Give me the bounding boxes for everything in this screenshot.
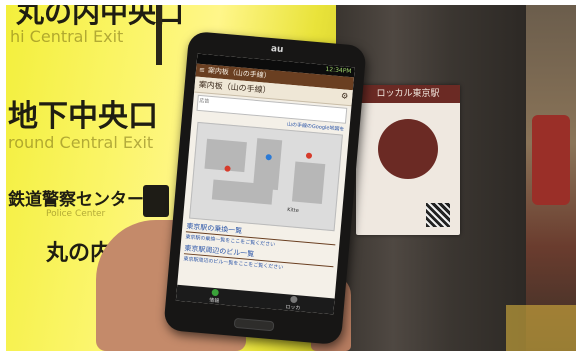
- map-block: [211, 179, 274, 205]
- phone-screen: 12:34PM ≡ 案内板（山の手線） 案内板（山の手線） ⚙ 広告 山の手線の…: [175, 53, 355, 315]
- map-label: Kitte: [286, 207, 300, 215]
- qr-code-icon: [426, 203, 450, 227]
- sign-line-3-en: Police Center: [46, 209, 106, 219]
- floor-light: [506, 305, 576, 351]
- photo-frame: 丸の内中央口 hi Central Exit 地下中央口 round Centr…: [6, 5, 576, 351]
- sign-line-1-en: hi Central Exit: [10, 27, 124, 46]
- sign-line-3-jp: 鉄道警察センター: [8, 190, 144, 210]
- nav-item-label: 情報: [208, 297, 220, 304]
- home-button[interactable]: [233, 317, 275, 332]
- station-map[interactable]: Kitte: [189, 121, 343, 232]
- sign-line-2-jp: 地下中央口: [8, 99, 158, 134]
- locker-poster: ロッカル東京駅: [356, 85, 460, 235]
- sign-line-2-en: round Central Exit: [8, 133, 154, 152]
- map-pin-icon[interactable]: [305, 152, 313, 159]
- info-icon: [211, 288, 219, 296]
- smartphone: au 12:34PM ≡ 案内板（山の手線） 案内板（山の手線） ⚙ 広告 山の…: [163, 30, 367, 346]
- nav-item-label: ロッカ: [285, 303, 301, 312]
- person-icon: [143, 185, 169, 217]
- locker-logo-icon: [378, 119, 438, 179]
- ad-text: 広告: [199, 97, 210, 105]
- menu-icon[interactable]: ≡: [198, 64, 206, 77]
- map-block: [291, 161, 326, 205]
- nav-item-locker[interactable]: ロッカ: [285, 295, 301, 311]
- settings-gear-icon[interactable]: ⚙: [341, 91, 349, 103]
- nav-item-info[interactable]: 情報: [209, 288, 220, 304]
- bottom-nav: 情報 ロッカ: [175, 284, 335, 315]
- status-time: 12:34PM: [325, 65, 352, 76]
- locker-icon: [289, 295, 298, 303]
- red-bin: [532, 115, 570, 205]
- poster-header: ロッカル東京駅: [356, 85, 460, 103]
- sign-divider: [156, 5, 162, 65]
